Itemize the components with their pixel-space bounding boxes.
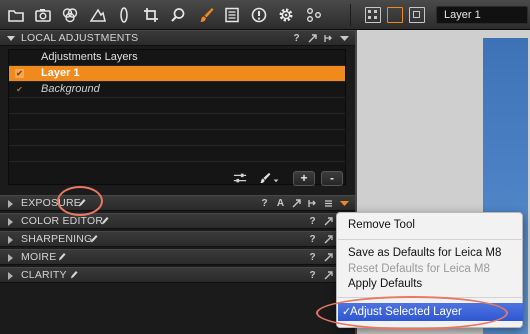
tool-title: MOIRE [21,251,57,263]
layer-name: Background [41,83,100,95]
layers-list: Adjustments Layers ✔ Layer 1 ✔ Backgroun… [8,49,346,185]
expand-triangle-icon[interactable] [8,200,13,208]
layer-visibility-checkbox[interactable]: ✔ [15,69,24,78]
info-icon[interactable] [249,6,269,24]
tool-menu-icon[interactable] [340,198,349,210]
layers-list-header: Adjustments Layers [9,50,345,66]
layer-selector[interactable]: Layer 1 [436,6,528,24]
pencil-icon [59,253,66,261]
layer-row-background[interactable]: ✔ Background [9,82,345,98]
expand-icon[interactable] [324,270,333,282]
help-icon[interactable]: ? [308,216,317,228]
copy-apply-icon[interactable] [308,198,317,210]
empty-layer-row [9,98,345,114]
expand-triangle-icon[interactable] [8,254,13,262]
menu-item-apply-defaults[interactable]: Apply Defaults [348,277,422,292]
tool-title: COLOR EDITOR [21,215,104,227]
header-actions: ? A [260,197,349,210]
tool-title: SHARPENING [21,233,93,245]
triangle-icon[interactable] [88,6,108,24]
batch-icon[interactable] [304,6,324,24]
auto-icon[interactable]: A [276,198,285,210]
pencil-icon [102,217,109,225]
help-icon[interactable]: ? [260,198,269,210]
empty-layer-row [9,130,345,146]
empty-layer-row [9,146,345,162]
help-icon[interactable]: ? [292,33,301,45]
expand-icon[interactable] [324,216,333,228]
layer-row-layer-1[interactable]: ✔ Layer 1 [9,66,345,82]
metadata-icon[interactable] [222,6,242,24]
expand-triangle-icon[interactable] [8,218,13,226]
tool-header-clarity[interactable]: CLARITY ? [0,267,355,283]
local-adjustments-header[interactable]: LOCAL ADJUSTMENTS ? [0,30,355,46]
grid-view-icon[interactable] [365,7,381,23]
crop-icon[interactable] [141,6,161,24]
tool-header-color-editor[interactable]: COLOR EDITOR ? [0,213,355,229]
folder-icon[interactable] [6,6,26,24]
brush-icon[interactable] [196,6,216,24]
expand-icon[interactable] [324,234,333,246]
expand-icon[interactable] [308,33,317,45]
expand-triangle-icon[interactable] [8,236,13,244]
empty-layer-row [9,114,345,130]
menu-separator [338,239,523,240]
tool-header-sharpening[interactable]: SHARPENING ? [0,231,355,247]
copy-apply-icon[interactable] [324,33,333,45]
layer-visibility-checkbox[interactable]: ✔ [15,85,24,94]
collapse-triangle-icon[interactable] [7,36,15,41]
brush-tool-dropdown-icon[interactable] [256,170,282,186]
help-icon[interactable]: ? [308,252,317,264]
menu-item-reset-defaults: Reset Defaults for Leica M8 [348,263,490,275]
gear-icon[interactable] [276,6,296,24]
add-layer-button[interactable]: + [293,171,315,186]
local-adjustments-title: LOCAL ADJUSTMENTS [21,32,139,44]
menu-item-save-defaults[interactable]: Save as Defaults for Leica M8 [348,246,501,261]
pencil-icon [71,271,78,279]
search-icon[interactable] [168,6,188,24]
expand-icon[interactable] [292,198,301,210]
exposure-icon[interactable] [114,6,134,24]
layer-name: Layer 1 [41,67,80,79]
help-icon[interactable]: ? [308,270,317,282]
tool-header-exposure[interactable]: EXPOSURE ? A [0,195,355,211]
annotation-circle-adjust-layer [316,296,508,330]
tool-menu-icon[interactable] [340,33,349,45]
layer-adjust-sliders-icon[interactable] [231,170,249,186]
main-toolbar: Layer 1 [0,0,530,30]
list-icon[interactable] [324,198,333,210]
color-circles-icon[interactable] [60,6,80,24]
single-view-icon[interactable] [387,7,403,23]
tools-panel: LOCAL ADJUSTMENTS ? Adjustments Layers ✔… [0,30,355,334]
pencil-icon [91,235,98,243]
expand-triangle-icon[interactable] [8,272,13,280]
help-icon[interactable]: ? [308,234,317,246]
tool-title: CLARITY [21,269,67,281]
remove-layer-button[interactable]: - [321,171,343,186]
expand-icon[interactable] [324,252,333,264]
camera-icon[interactable] [33,6,53,24]
toolbar-divider [350,4,351,26]
header-actions: ? [292,32,349,45]
tool-header-moire[interactable]: MOIRE ? [0,249,355,265]
menu-item-remove-tool[interactable]: Remove Tool [348,218,415,233]
annotation-circle-exposure [57,186,103,216]
fullscreen-view-icon[interactable] [409,7,425,23]
